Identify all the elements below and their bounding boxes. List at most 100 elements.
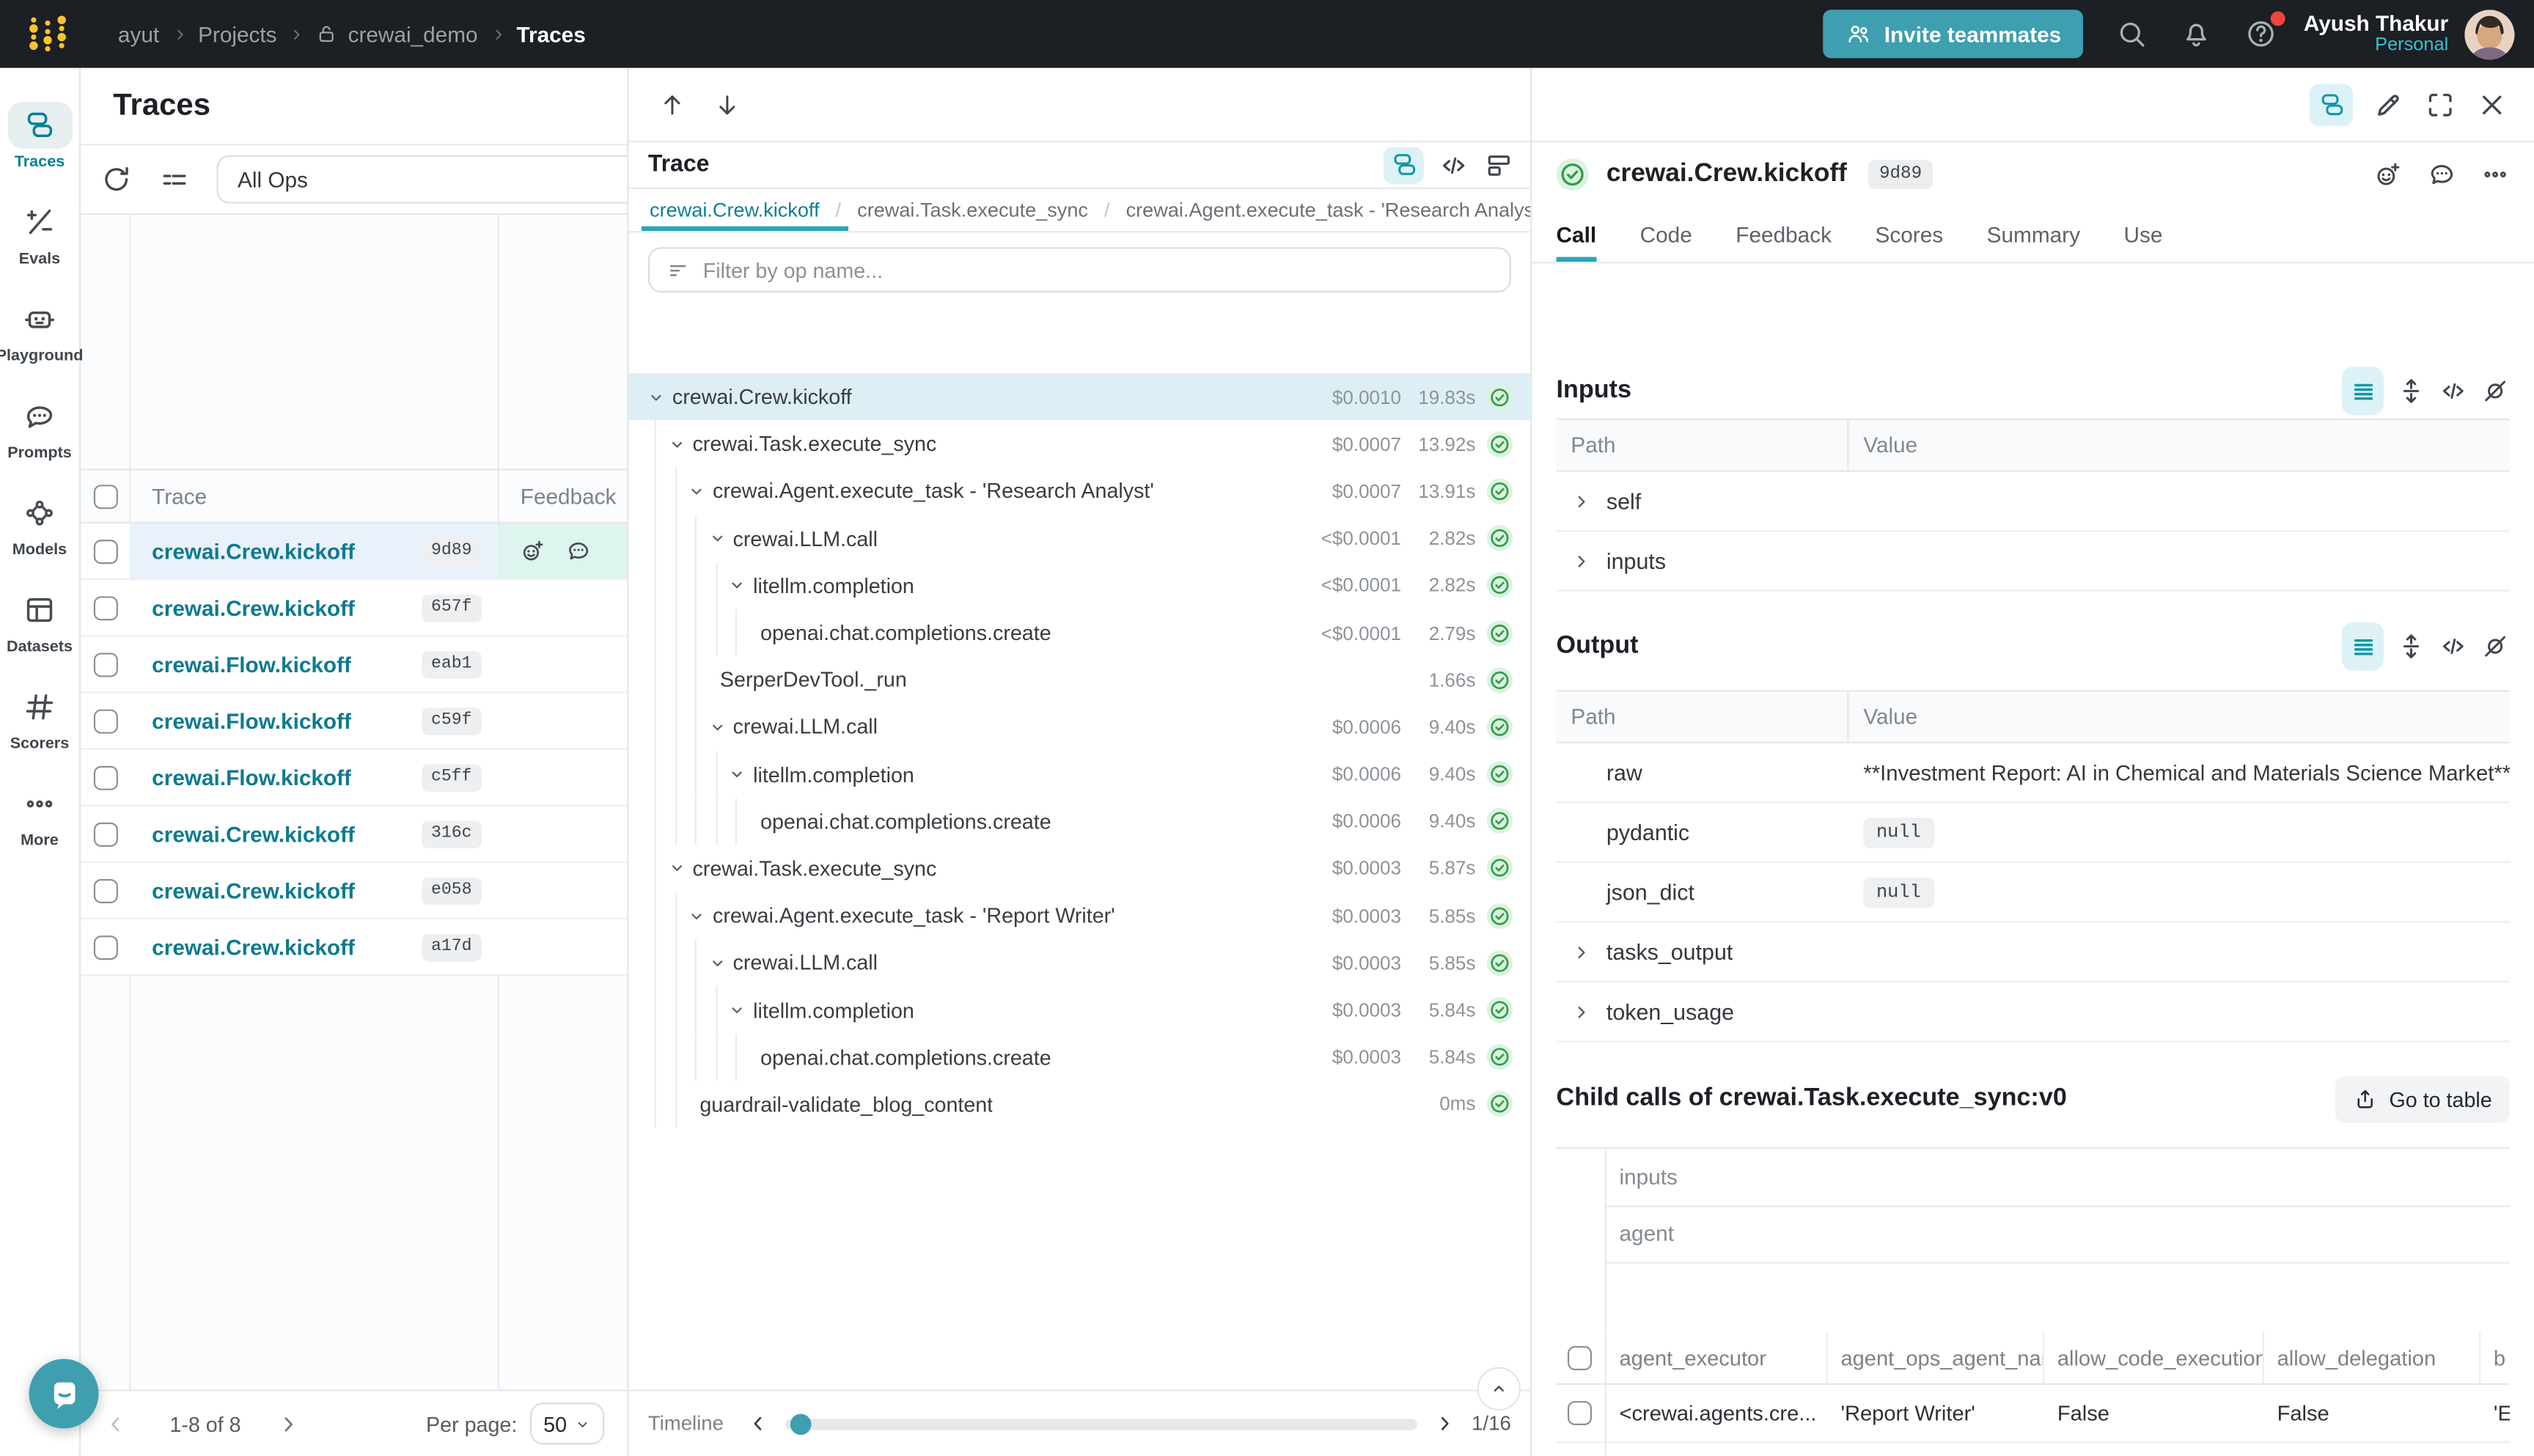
notifications-bell-icon[interactable] [2181,18,2213,50]
trace-name[interactable]: crewai.Flow.kickoff [152,652,422,676]
table-row[interactable]: crewai.Crew.kickoff e058 [81,863,627,919]
row-checkbox[interactable] [93,652,117,676]
avatar[interactable] [2464,9,2514,59]
output-row[interactable]: token_usage [1557,982,2510,1043]
chevron-down-icon[interactable] [687,482,706,501]
code-view-icon[interactable] [1439,150,1469,180]
table-row[interactable]: crewai.Flow.kickoff c59f [81,694,627,750]
hide-icon[interactable] [2480,632,2510,661]
breadcrumb-item[interactable]: ayut [118,22,159,46]
op-filter-input[interactable]: Filter by op name... [648,247,1511,293]
trace-name[interactable]: crewai.Crew.kickoff [152,539,422,563]
tree-toggle-button[interactable] [2310,84,2354,125]
expanded-view-button[interactable] [2342,622,2384,671]
call-tab[interactable]: Summary [1987,207,2080,262]
chevron-right-icon[interactable] [1571,941,1592,963]
table-row[interactable]: crewai.Crew.kickoff a17d [81,919,627,976]
sidebar-item[interactable]: Datasets [0,572,79,669]
trace-tree-row[interactable]: crewai.LLM.call $0.0006 9.40s [628,703,1530,750]
fullscreen-icon[interactable] [2424,88,2456,120]
chevron-down-icon[interactable] [647,387,666,406]
column-header-feedback[interactable]: Feedback [498,484,627,508]
timeline-slider-knob[interactable] [790,1413,811,1434]
sidebar-item[interactable]: Scorers [0,669,79,765]
trace-path-tab[interactable]: crewai.Task.execute_sync / [849,189,1117,231]
prev-page-icon[interactable] [103,1411,128,1435]
sidebar-item[interactable]: Playground [0,282,79,378]
table-row[interactable]: crewai.Crew.kickoff 657f [81,580,627,636]
comment-icon[interactable] [2428,160,2457,189]
chevron-down-icon[interactable] [687,906,706,925]
call-tab[interactable]: Use [2123,207,2162,262]
output-row[interactable]: pydantic null [1557,803,2510,863]
chevron-down-icon[interactable] [707,717,726,736]
chevron-down-icon[interactable] [707,953,726,972]
timeline-next-icon[interactable] [1433,1412,1456,1435]
trace-name[interactable]: crewai.Flow.kickoff [152,708,422,732]
tree-view-button[interactable] [1384,146,1424,183]
arrow-up-icon[interactable] [658,89,687,119]
child-call-row[interactable]: <crewai.agents.cre... 'Report Writer' Fa… [1557,1385,2510,1443]
user-menu[interactable]: Ayush Thakur Personal [2304,11,2448,57]
row-checkbox[interactable] [93,822,117,846]
chevron-right-icon[interactable] [1571,490,1592,512]
hide-icon[interactable] [2480,377,2510,406]
trace-path-tab[interactable]: crewai.Crew.kickoff / [642,189,849,231]
trace-tree-row[interactable]: crewai.Crew.kickoff $0.0010 19.83s [628,373,1530,420]
trace-tree-row[interactable]: crewai.Task.execute_sync $0.0007 13.92s [628,420,1530,467]
trace-name[interactable]: crewai.Crew.kickoff [152,822,422,846]
more-options-icon[interactable] [2480,160,2510,189]
chevron-down-icon[interactable] [727,765,746,784]
chat-widget-button[interactable] [29,1359,99,1429]
add-reaction-icon[interactable] [2374,160,2403,189]
collapse-panel-button[interactable] [1477,1367,1521,1411]
go-to-table-button[interactable]: Go to table [2336,1076,2510,1122]
trace-tree-row[interactable]: crewai.LLM.call $0.0003 5.85s [628,939,1530,986]
row-checkbox[interactable] [1568,1401,1592,1425]
row-checkbox[interactable] [93,708,117,732]
help-icon[interactable] [2246,18,2278,50]
trace-path-tab[interactable]: crewai.Agent.execute_task - 'Research An… [1118,189,1531,231]
select-all-checkbox[interactable] [93,484,117,508]
trace-tree-row[interactable]: litellm.completion $0.0006 9.40s [628,751,1530,798]
table-row[interactable]: crewai.Flow.kickoff c5ff [81,750,627,806]
output-row[interactable]: raw **Investment Report: AI in Chemical … [1557,743,2510,804]
code-view-icon[interactable] [2439,377,2468,406]
sidebar-item[interactable]: Models [0,475,79,572]
sidebar-item[interactable]: More [0,766,79,863]
child-call-row[interactable]: <crewai.agents.cre... 'Research Analyst'… [1557,1443,2510,1456]
call-tab[interactable]: Scores [1876,207,1944,262]
timeline-prev-icon[interactable] [746,1412,769,1435]
trace-tree-row[interactable]: crewai.LLM.call <$0.0001 2.82s [628,515,1530,562]
expanded-view-button[interactable] [2342,367,2384,415]
sidebar-item[interactable]: Prompts [0,378,79,475]
trace-tree-row[interactable]: litellm.completion $0.0003 5.84s [628,986,1530,1033]
chevron-down-icon[interactable] [707,529,726,548]
column-header[interactable]: agent_ops_agent_nan [1828,1331,2044,1383]
row-checkbox[interactable] [93,765,117,790]
trace-tree-row[interactable]: crewai.Task.execute_sync $0.0003 5.87s [628,845,1530,891]
breadcrumb-item[interactable]: Traces [489,22,586,46]
breadcrumb-item[interactable]: crewai_demo [288,22,478,46]
flame-view-icon[interactable] [1483,150,1514,180]
trace-tree-row[interactable]: SerperDevTool._run 1.66s [628,656,1530,703]
table-row[interactable]: crewai.Crew.kickoff 316c [81,806,627,863]
trace-tree-row[interactable]: openai.chat.completions.create <$0.0001 … [628,609,1530,656]
close-icon[interactable] [2476,88,2508,120]
timeline-slider[interactable] [785,1418,1417,1429]
invite-teammates-button[interactable]: Invite teammates [1823,10,2084,58]
chevron-down-icon[interactable] [727,1000,746,1019]
add-reaction-icon[interactable] [521,538,546,564]
sidebar-item[interactable]: Traces [0,87,79,184]
code-view-icon[interactable] [2439,632,2468,661]
wandb-logo-icon[interactable] [26,12,70,56]
column-header-trace[interactable]: Trace [129,484,498,508]
sidebar-item[interactable]: Evals [0,184,79,281]
trace-name[interactable]: crewai.Flow.kickoff [152,765,422,790]
output-row[interactable]: tasks_output [1557,923,2510,983]
arrow-down-icon[interactable] [713,89,742,119]
trace-name[interactable]: crewai.Crew.kickoff [152,878,422,902]
ops-filter-select[interactable]: All Ops [216,155,627,204]
search-icon[interactable] [2116,18,2148,50]
trace-tree-row[interactable]: crewai.Agent.execute_task - 'Research An… [628,468,1530,515]
